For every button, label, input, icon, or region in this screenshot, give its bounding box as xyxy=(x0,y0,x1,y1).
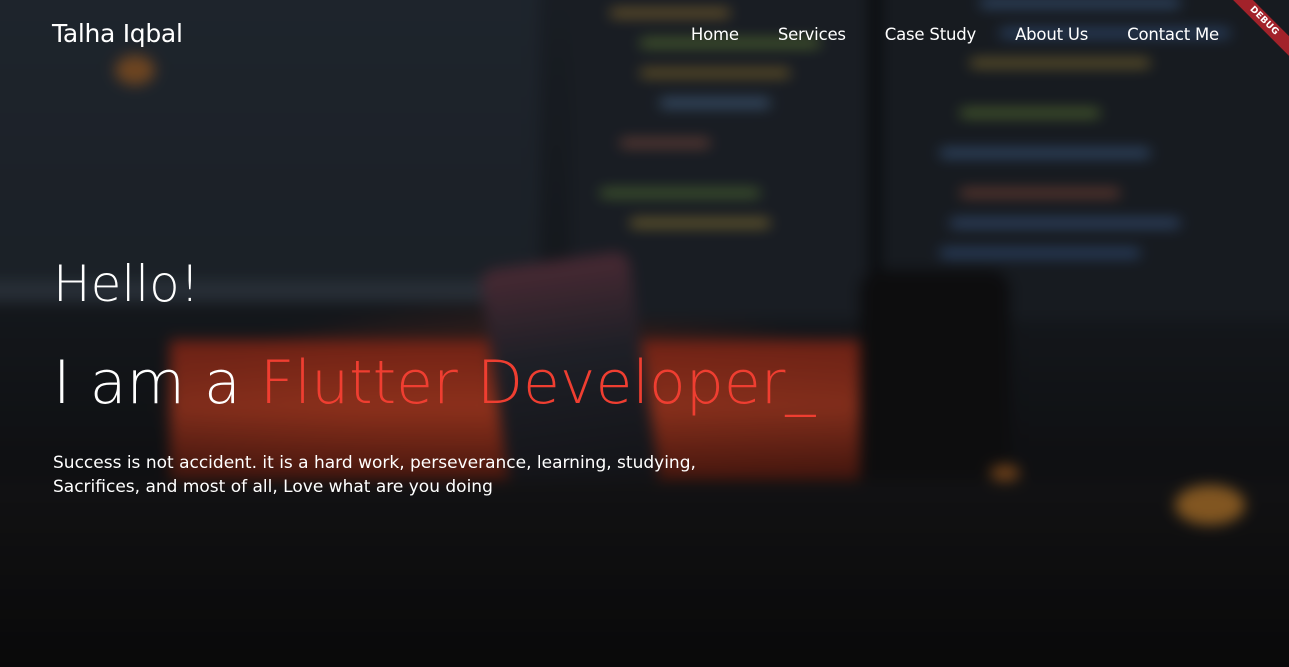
brand-logo[interactable]: Talha Iqbal xyxy=(52,19,183,48)
nav-link-contact-me[interactable]: Contact Me xyxy=(1127,25,1219,44)
hero-tagline-line-2: Sacrifices, and most of all, Love what a… xyxy=(53,477,493,497)
page: Talha Iqbal Home Services Case Study Abo… xyxy=(0,0,1289,667)
nav-link-services[interactable]: Services xyxy=(778,25,846,44)
nav-link-case-study[interactable]: Case Study xyxy=(885,25,976,44)
top-nav-bar: Talha Iqbal Home Services Case Study Abo… xyxy=(0,0,1289,72)
hero-tagline: Success is not accident. it is a hard wo… xyxy=(53,451,813,499)
hero-tagline-line-1: Success is not accident. it is a hard wo… xyxy=(53,453,696,473)
nav-menu: Home Services Case Study About Us Contac… xyxy=(691,25,1219,44)
hero-headline-lead: I am a xyxy=(53,348,260,418)
nav-link-about-us[interactable]: About Us xyxy=(1015,25,1088,44)
nav-link-home[interactable]: Home xyxy=(691,25,739,44)
hero-headline: I am a Flutter Developer_ xyxy=(53,348,815,418)
hero-greeting: Hello! xyxy=(53,255,200,313)
hero-headline-role: Flutter Developer_ xyxy=(259,348,816,418)
background-overlay xyxy=(0,0,1289,667)
